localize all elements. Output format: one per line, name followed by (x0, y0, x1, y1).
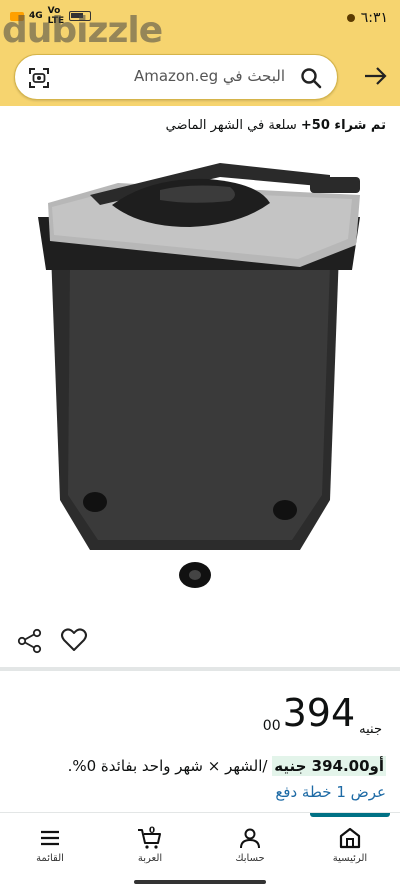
price-fraction: 00 (262, 718, 281, 734)
heart-icon[interactable] (60, 627, 88, 653)
cart-icon: 0 (138, 826, 161, 849)
product-image[interactable] (30, 155, 370, 595)
cart-count: 0 (149, 826, 155, 836)
search-input[interactable]: البحث في Amazon.eg (14, 54, 338, 100)
home-icon (339, 827, 361, 849)
clock: ٦:٣١ (360, 10, 388, 26)
nav-home[interactable]: الرئيسية (300, 813, 400, 879)
alarm-icon (346, 14, 355, 22)
gesture-handle[interactable] (134, 880, 266, 884)
nav-cart-label: العربة (137, 853, 163, 864)
camera-scan-icon[interactable] (27, 66, 51, 90)
search-icon[interactable] (299, 66, 323, 90)
back-arrow-icon[interactable] (362, 63, 388, 89)
nav-home-label: الرئيسية (332, 853, 368, 864)
installment-amount: أو394.00 جنيه (272, 756, 386, 776)
price: جنيه 394 00 (263, 692, 382, 737)
nav-menu[interactable]: القائمة (0, 813, 100, 879)
app-header: 4G Vo LTE ٦:٣١ dubizzle البحث في Amazon.e… (0, 0, 400, 106)
active-tab-indicator (310, 813, 390, 817)
payment-plan-link[interactable]: عرض 1 خطة دفع (275, 783, 386, 801)
price-currency: جنيه (359, 722, 382, 737)
price-whole: 394 (282, 691, 356, 735)
nav-cart[interactable]: 0 العربة (100, 813, 200, 879)
search-placeholder: البحث في Amazon.eg (133, 67, 285, 85)
installment-terms: /الشهر × شهر واحد بفائدة 0%. (67, 757, 273, 775)
account-icon (240, 828, 260, 849)
installment-info: أو394.00 جنيه /الشهر × شهر واحد بفائدة 0… (67, 756, 386, 776)
section-divider (0, 667, 400, 671)
search-row: البحث في Amazon.eg (0, 54, 400, 102)
watermark: dubizzle (2, 10, 163, 51)
status-right: ٦:٣١ (346, 10, 388, 26)
nav-menu-label: القائمة (36, 853, 64, 864)
menu-icon (41, 830, 59, 846)
purchase-count: تم شراء 50+ سلعة في الشهر الماضي (165, 118, 386, 133)
nav-account[interactable]: حسابك (200, 813, 300, 879)
share-icon[interactable] (17, 628, 43, 654)
nav-account-label: حسابك (235, 853, 265, 864)
